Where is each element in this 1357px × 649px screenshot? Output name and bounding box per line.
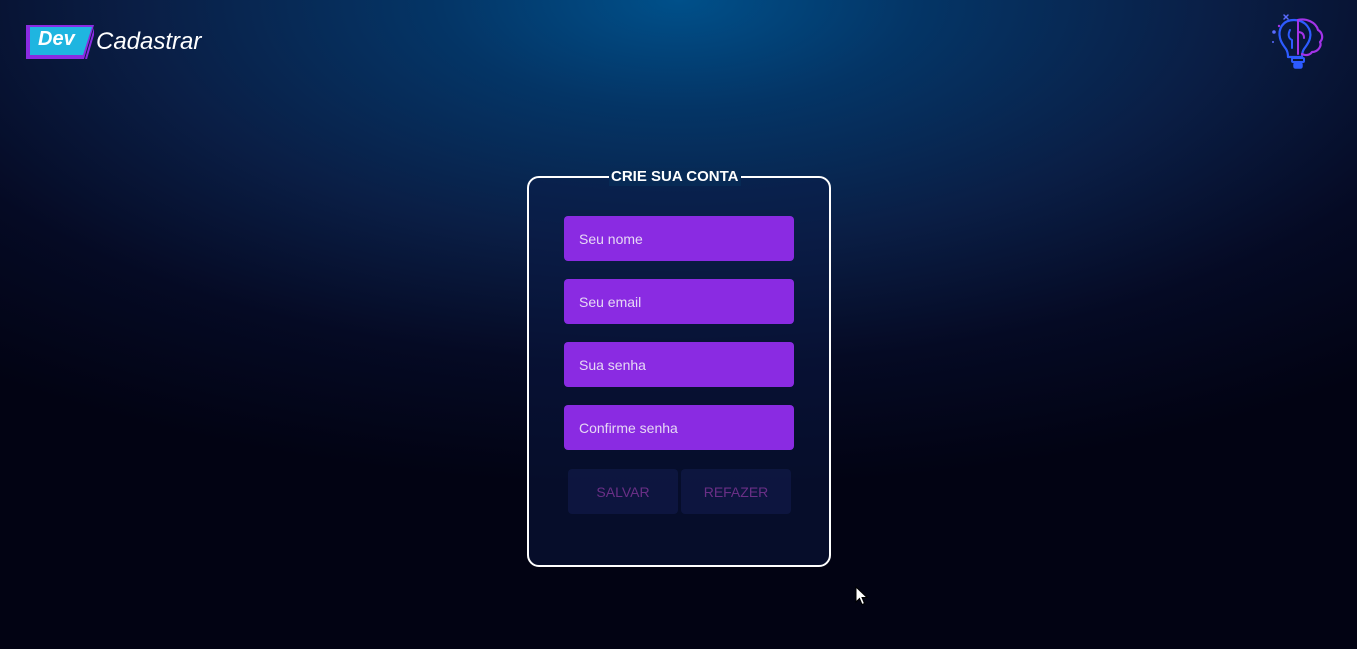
- name-input[interactable]: [564, 216, 794, 261]
- brand-badge-text: Dev: [38, 28, 75, 50]
- save-button[interactable]: SALVAR: [568, 469, 678, 514]
- dev-badge-icon: Dev: [26, 25, 94, 59]
- signup-form: CRIE SUA CONTA SALVAR REFAZER: [527, 168, 831, 567]
- brand-word: Cadastrar: [96, 28, 202, 55]
- form-title: CRIE SUA CONTA: [609, 168, 741, 186]
- email-input[interactable]: [564, 279, 794, 324]
- mouse-pointer-icon: [855, 585, 869, 606]
- password-input[interactable]: [564, 342, 794, 387]
- brand-logo[interactable]: Dev Cadastrar: [26, 24, 201, 60]
- lightbulb-brain-icon: [1268, 12, 1326, 72]
- reset-button[interactable]: REFAZER: [681, 469, 791, 514]
- confirm-password-input[interactable]: [564, 405, 794, 450]
